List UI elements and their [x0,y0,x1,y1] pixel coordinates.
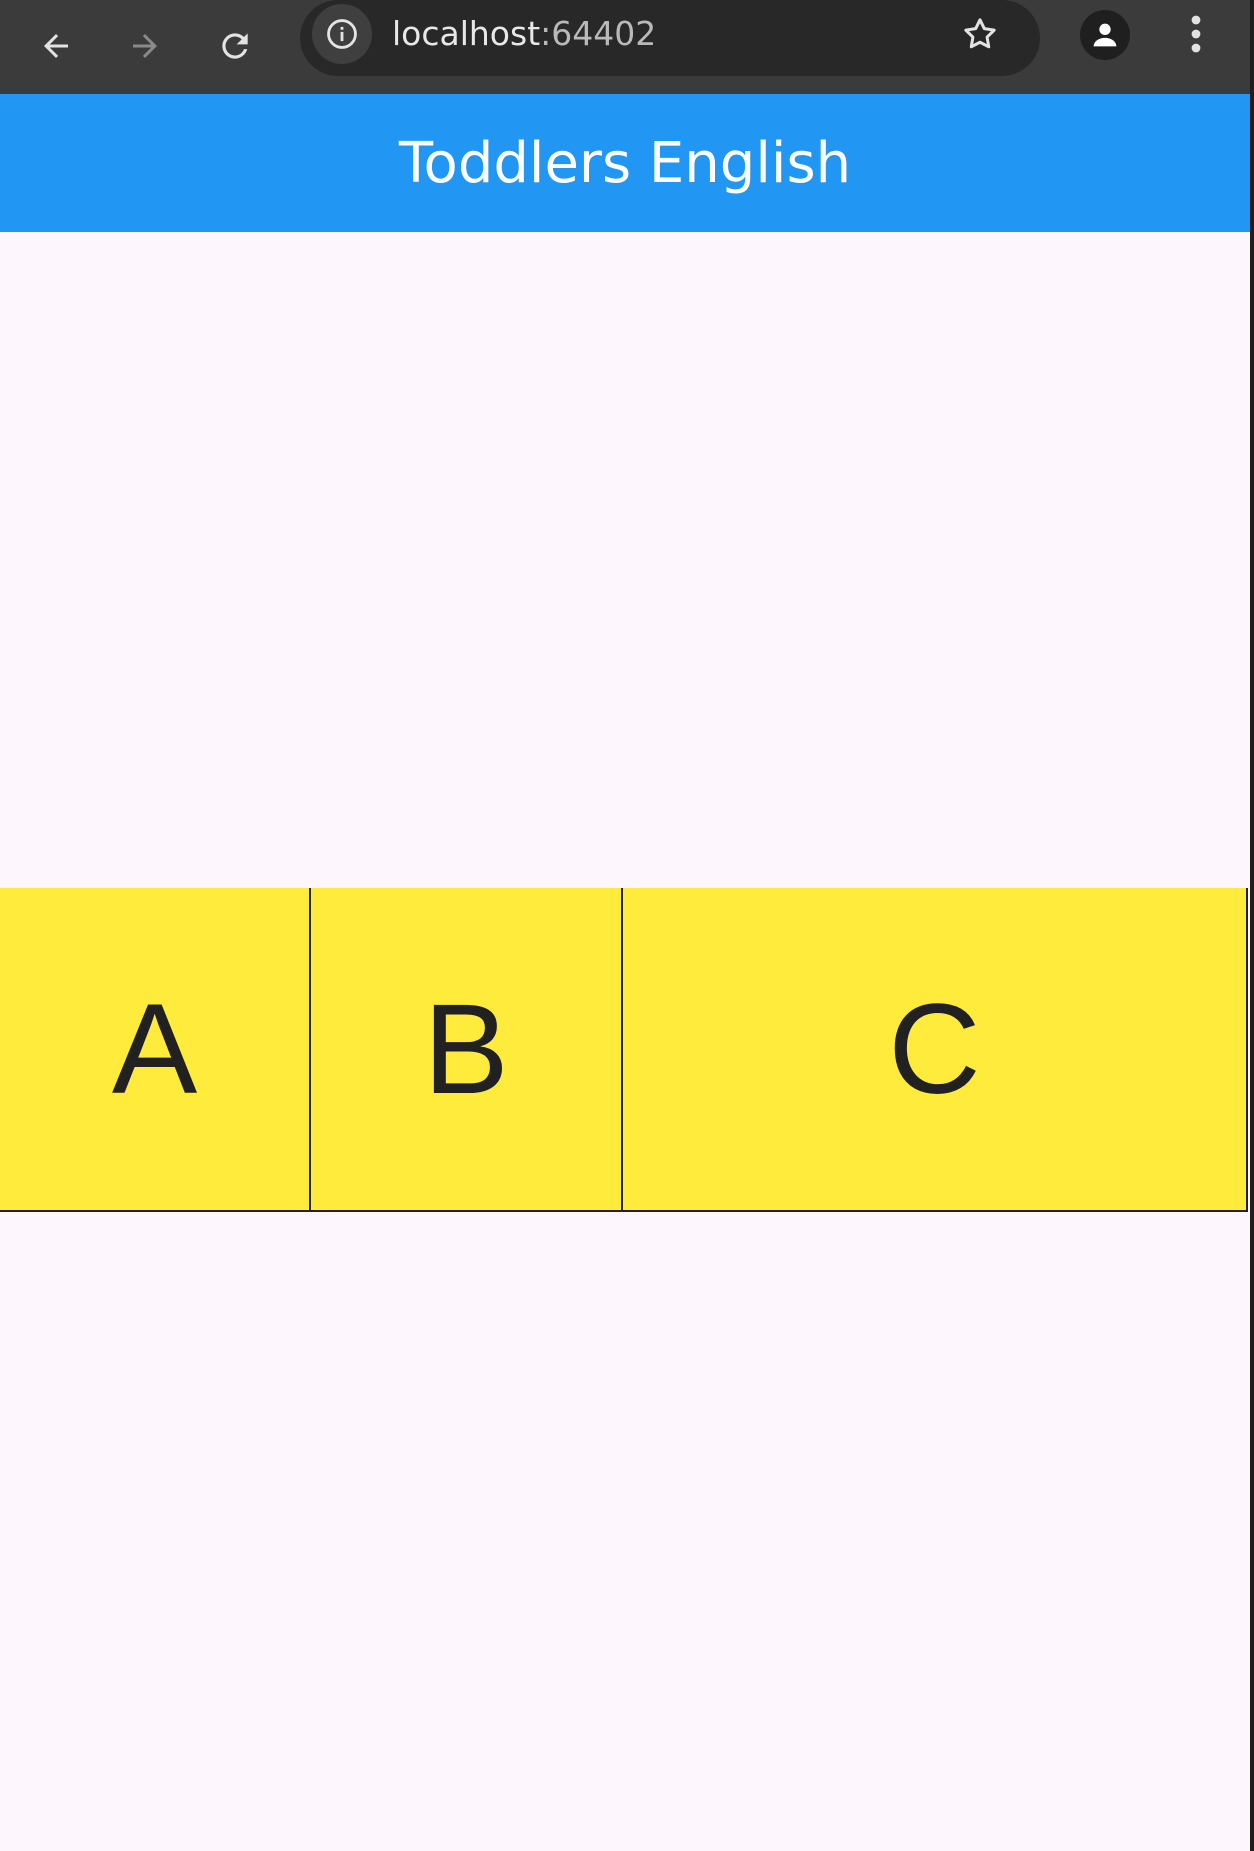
browser-toolbar: localhost:64402 [0,0,1254,94]
browser-menu-button[interactable] [1172,4,1220,64]
back-arrow-icon [44,34,68,58]
person-icon [1093,23,1117,47]
app-title: Toddlers English [398,130,852,196]
url-text[interactable]: localhost:64402 [392,14,656,53]
forward-button[interactable] [109,10,181,82]
letter-label: B [423,977,509,1121]
letter-tile-c[interactable]: C [623,888,1246,1210]
forward-arrow-icon [133,34,157,58]
letter-tile-a[interactable]: A [0,888,311,1210]
star-icon [964,18,996,49]
url-host: localhost [392,14,541,53]
letter-label: A [111,977,198,1121]
letter-label: C [888,977,981,1121]
more-vert-icon [1191,15,1201,53]
back-button[interactable] [20,10,92,82]
info-icon [327,19,357,49]
page: localhost:64402 Toddlers English A B C [0,0,1254,1851]
bookmark-button[interactable] [950,4,1010,64]
reload-icon [222,33,248,59]
url-port: :64402 [540,14,657,53]
site-info-button[interactable] [312,4,372,64]
address-bar[interactable]: localhost:64402 [300,0,1040,76]
app-bar: Toddlers English [0,94,1250,232]
window-edge [1250,0,1254,1851]
profile-button[interactable] [1080,10,1130,60]
letter-row: A B C [0,888,1248,1212]
reload-button[interactable] [199,10,271,82]
letter-tile-b[interactable]: B [311,888,623,1210]
